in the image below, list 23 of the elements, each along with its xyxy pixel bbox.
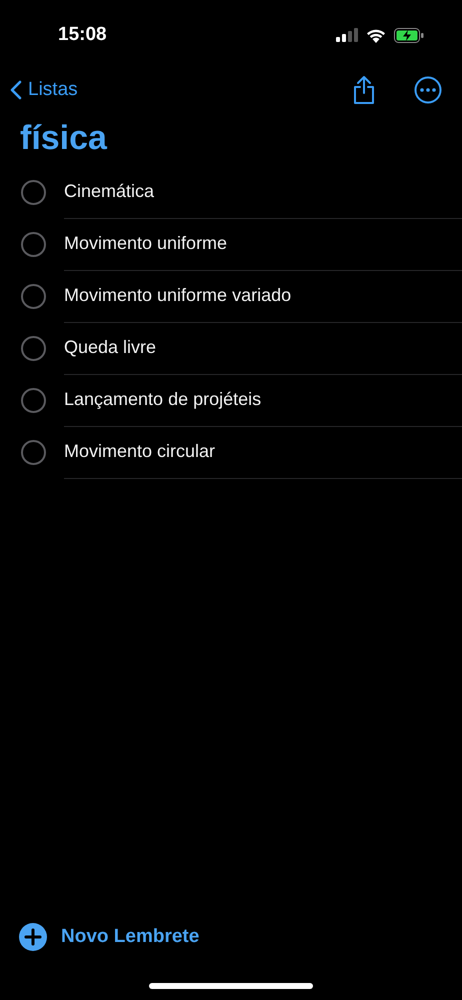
reminder-title: Lançamento de projéteis <box>64 389 262 410</box>
status-time: 15:08 <box>58 24 107 46</box>
plus-icon <box>19 923 47 951</box>
reminder-title: Movimento uniforme variado <box>64 285 292 306</box>
list-title: física <box>19 118 108 159</box>
reminder-title: Cinemática <box>64 181 154 202</box>
battery-charging-icon <box>394 28 424 42</box>
more-icon[interactable] <box>414 76 442 104</box>
reminder-checkbox[interactable] <box>21 336 46 360</box>
reminder-checkbox[interactable] <box>21 440 46 464</box>
new-reminder-button[interactable]: Novo Lembrete <box>0 917 462 957</box>
reminder-title: Queda livre <box>64 337 156 358</box>
back-link[interactable]: Listas <box>10 79 78 101</box>
reminder-checkbox[interactable] <box>21 388 46 412</box>
reminder-checkbox[interactable] <box>21 180 46 204</box>
reminder-title: Movimento uniforme <box>64 233 228 254</box>
reminder-title: Movimento circular <box>64 441 216 462</box>
reminder-checkbox[interactable] <box>21 284 46 308</box>
signal-icon <box>336 28 358 42</box>
share-icon[interactable] <box>352 75 376 105</box>
reminder-checkbox[interactable] <box>21 232 46 256</box>
wifi-icon <box>366 28 386 42</box>
chevron-left-icon <box>10 80 22 100</box>
